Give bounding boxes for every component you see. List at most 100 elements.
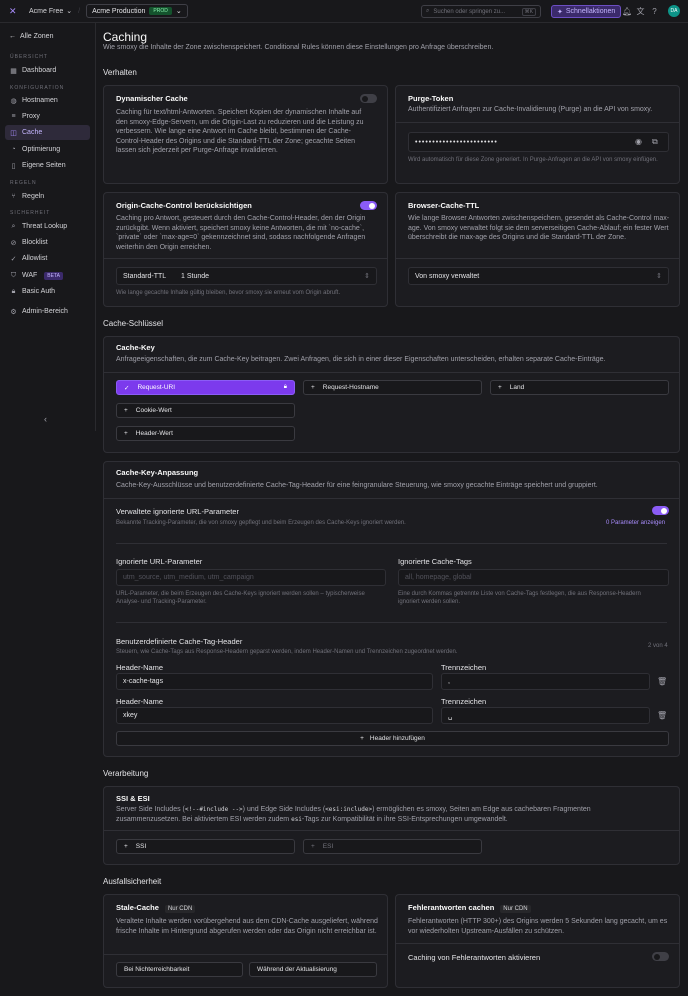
chip-label: ESI <box>322 843 334 850</box>
quick-actions-label: Schnellaktionen <box>565 8 616 15</box>
esi-chip[interactable]: + ESI <box>303 839 482 854</box>
separator-input[interactable]: ␣ <box>441 707 650 724</box>
trash-icon[interactable]: 🗑︎ <box>657 677 667 686</box>
stale-while-revalidate-option[interactable]: Während der Aktualisierung <box>249 962 377 977</box>
shield-icon: ⛉ <box>10 271 17 279</box>
error-cache-card: Fehlerantworten cachen Nur CDN Fehlerantw… <box>395 894 680 988</box>
sidebar-item-proxy[interactable]: ≡ Proxy <box>5 109 90 124</box>
collapse-sidebar-icon[interactable]: ‹ <box>44 414 47 424</box>
ssi-chip[interactable]: + SSI <box>116 839 295 854</box>
browser-ttl-select[interactable]: Von smoxy verwaltet ⇕ <box>408 267 669 285</box>
sidebar-item-hostnames[interactable]: ◍ Hostnamen <box>5 93 90 108</box>
sidebar-item-label: WAF <box>22 272 38 279</box>
quick-actions-button[interactable]: ✦ Schnellaktionen <box>551 5 622 18</box>
ignored-tags-input[interactable]: all, homepage, global <box>398 569 669 586</box>
chevron-down-icon: ⌄ <box>66 8 73 15</box>
env-badge: PROD <box>149 7 172 15</box>
trash-icon[interactable]: 🗑︎ <box>657 711 667 720</box>
ttl-hint: Wie lange gecachte Inhalte gültig bleibe… <box>116 290 341 296</box>
section-cache-keys: Cache-Schlüssel <box>103 319 164 328</box>
origin-cache-control-toggle[interactable] <box>360 201 377 210</box>
ignored-tags-hint: Eine durch Kommas getrennte Liste von Ca… <box>398 591 641 605</box>
sidebar-item-threat-lookup[interactable]: ⌕ Threat Lookup <box>5 219 90 234</box>
separator-label: Trennzeichen <box>441 663 487 672</box>
cache-key-chip-country[interactable]: + Land <box>490 380 669 395</box>
sidebar-item-cache[interactable]: ◫ Cache <box>5 125 90 140</box>
ban-icon: ⊘ <box>10 239 17 247</box>
ignored-params-input[interactable]: utm_source, utm_medium, utm_campaign <box>116 569 386 586</box>
cache-key-chip-hostname[interactable]: + Request-Hostname <box>303 380 482 395</box>
card-title: Browser-Cache-TTL <box>408 201 480 210</box>
card-description: Anfrageeigenschaften, die zum Cache-Key … <box>116 356 606 363</box>
browser-ttl-card: Browser-Cache-TTL Wie lange Browser Antw… <box>395 192 680 307</box>
sidebar-item-dashboard[interactable]: ▦ Dashboard <box>5 63 90 78</box>
cache-key-card: Cache-Key Anfrageeigenschaften, die zum … <box>103 336 680 453</box>
sidebar-item-label: Regeln <box>22 193 45 200</box>
back-link[interactable]: ← Alle Zonen <box>9 33 53 40</box>
purge-token-field[interactable]: •••••••••••••••••••••••• <box>408 132 669 152</box>
account-switcher[interactable]: Acme Free ⌄ <box>29 7 73 16</box>
lock-icon: 🔒︎ <box>283 384 287 390</box>
section-resilience: Ausfallsicherheit <box>103 877 162 886</box>
card-description: Veraltete Inhalte werden vorübergehend a… <box>116 918 378 935</box>
sidebar-item-admin[interactable]: ⚙ Admin-Bereich <box>5 304 90 319</box>
card-description: Caching für text/html-Antworten. Speiche… <box>116 109 364 154</box>
plus-icon: + <box>360 735 364 742</box>
sidebar-item-label: Hostnamen <box>22 97 58 104</box>
sidebar-section-overview: ÜBERSICHT <box>10 54 48 60</box>
sidebar-item-custom-pages[interactable]: ▯ Eigene Seiten <box>5 158 90 173</box>
cache-key-chip-header[interactable]: + Header-Wert <box>116 426 295 441</box>
project-switcher[interactable]: Acme Production PROD ⌄ <box>86 4 188 18</box>
sidebar-item-label: Eigene Seiten <box>22 162 66 169</box>
sidebar-item-label: Basic Auth <box>22 288 56 295</box>
dynamic-cache-toggle[interactable] <box>360 94 377 103</box>
header-name-input[interactable]: x-cache-tags <box>116 673 433 690</box>
dynamic-cache-card: Dynamischer Cache Caching für text/html-… <box>103 85 388 184</box>
chevron-down-icon: ⌄ <box>175 8 182 15</box>
cdn-only-badge: Nur CDN <box>164 905 196 913</box>
cache-key-chip-cookie[interactable]: + Cookie-Wert <box>116 403 295 418</box>
sidebar-item-label: Blocklist <box>22 239 48 246</box>
tag-headers-title: Benutzerdefinierte Cache-Tag-Header <box>116 637 243 646</box>
sidebar-item-optimization[interactable]: ◔ Optimierung <box>5 142 90 157</box>
tag-headers-text: Steuern, wie Cache-Tags aus Response-Hea… <box>116 649 458 655</box>
chip-label: Header-Wert <box>135 430 173 437</box>
header-name-input[interactable]: xkey <box>116 707 433 724</box>
ssi-esi-card: SSI & ESI Server Side Includes (<!--#inc… <box>103 786 680 865</box>
sidebar-section-security: SICHERHEIT <box>10 210 51 216</box>
tag-headers-count: 2 von 4 <box>648 643 668 649</box>
sidebar-item-basic-auth[interactable]: 🔒︎ Basic Auth <box>5 284 90 299</box>
chip-label: Request-URI <box>137 384 176 391</box>
bell-icon[interactable]: 🔔︎ <box>622 7 632 16</box>
managed-params-toggle[interactable] <box>652 506 669 515</box>
avatar[interactable]: DA <box>668 5 680 17</box>
chip-label: Request-Hostname <box>322 384 379 391</box>
separator-input[interactable]: , <box>441 673 650 690</box>
cache-key-chip-request-uri[interactable]: ✓ Request-URI 🔒︎ <box>116 380 295 395</box>
show-params-link[interactable]: 0 Parameter anzeigen <box>606 520 665 526</box>
sidebar-item-rules[interactable]: ⑂ Regeln <box>5 189 90 204</box>
stale-on-unreachable-option[interactable]: Bei Nichterreichbarkeit <box>116 962 243 977</box>
error-cache-toggle[interactable] <box>652 952 669 961</box>
add-header-button[interactable]: + Header hinzufügen <box>116 731 669 746</box>
back-label: Alle Zonen <box>20 33 54 40</box>
globe-icon: ◍ <box>10 97 17 105</box>
help-icon[interactable]: ? <box>650 7 659 16</box>
separator-label: Trennzeichen <box>441 697 487 706</box>
logo-icon[interactable]: ✕ <box>9 7 17 16</box>
translate-icon[interactable]: 文 <box>636 7 645 16</box>
search-input[interactable]: ⌕ Suchen oder springen zu... ⌘K <box>421 5 541 18</box>
chip-label: Cookie-Wert <box>135 407 172 414</box>
eye-icon[interactable]: ◉ <box>635 137 642 146</box>
divider <box>116 543 667 544</box>
sidebar-item-blocklist[interactable]: ⊘ Blocklist <box>5 235 90 250</box>
sidebar-item-waf[interactable]: ⛉ WAF BETA <box>5 268 90 283</box>
sidebar-item-allowlist[interactable]: ✓ Allowlist <box>5 251 90 266</box>
code-esi: <esi:include> <box>325 806 373 813</box>
copy-icon[interactable]: ⧉ <box>652 137 658 147</box>
separator: / <box>78 7 81 15</box>
default-ttl-select[interactable]: Standard-TTL 1 Stunde ⇕ <box>116 267 377 285</box>
ignored-params-hint: URL-Parameter, die beim Erzeugen des Cac… <box>116 591 365 605</box>
sidebar-item-label: Dashboard <box>22 67 57 74</box>
card-description: Server Side Includes (<!--#include -->) … <box>116 805 656 824</box>
